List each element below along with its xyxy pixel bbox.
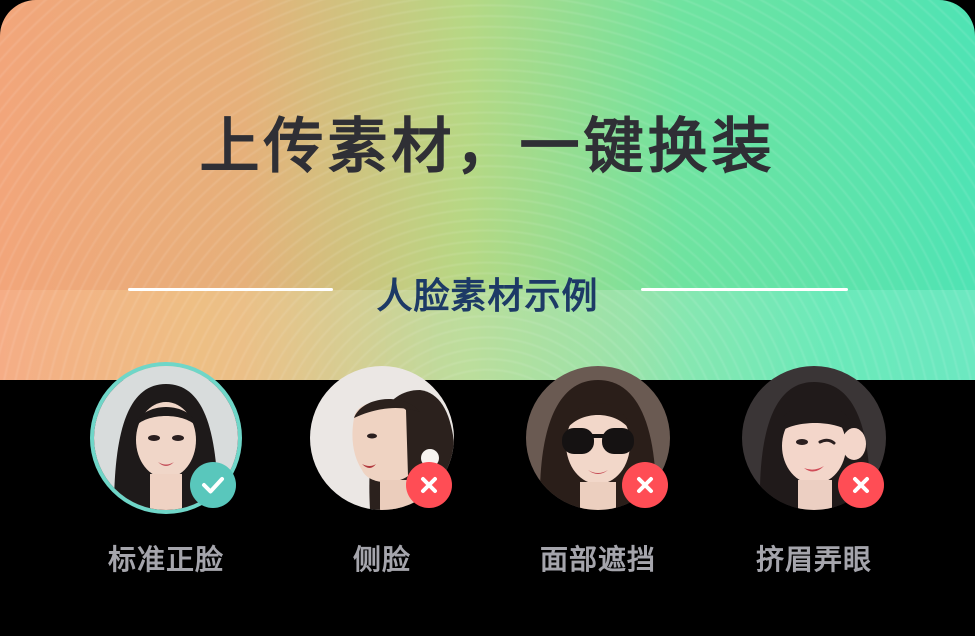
example-grimace: 挤眉弄眼 (714, 366, 914, 586)
example-front-face: 标准正脸 (66, 366, 266, 586)
subtitle-row: 人脸素材示例 (0, 264, 975, 317)
example-label: 标准正脸 (107, 543, 224, 576)
x-icon (406, 462, 452, 508)
x-icon (622, 462, 668, 508)
face-sample-card: 上传素材，一键换装 人脸素材示例 标准正脸 侧脸 面部遮挡 挤眉弄眼 (0, 0, 975, 636)
hero-banner: 上传素材，一键换装 人脸素材示例 (0, 0, 975, 380)
headline-text: 上传素材，一键换装 (199, 112, 776, 182)
check-icon (190, 462, 236, 508)
example-face-covered: 面部遮挡 (498, 366, 698, 586)
example-label: 面部遮挡 (539, 543, 656, 576)
subtitle-text: 人脸素材示例 (376, 276, 599, 317)
example-list: 标准正脸 侧脸 面部遮挡 挤眉弄眼 (0, 366, 975, 596)
example-label: 侧脸 (352, 543, 411, 576)
example-label: 挤眉弄眼 (755, 543, 872, 576)
example-side-face: 侧脸 (282, 366, 482, 586)
x-icon (838, 462, 884, 508)
